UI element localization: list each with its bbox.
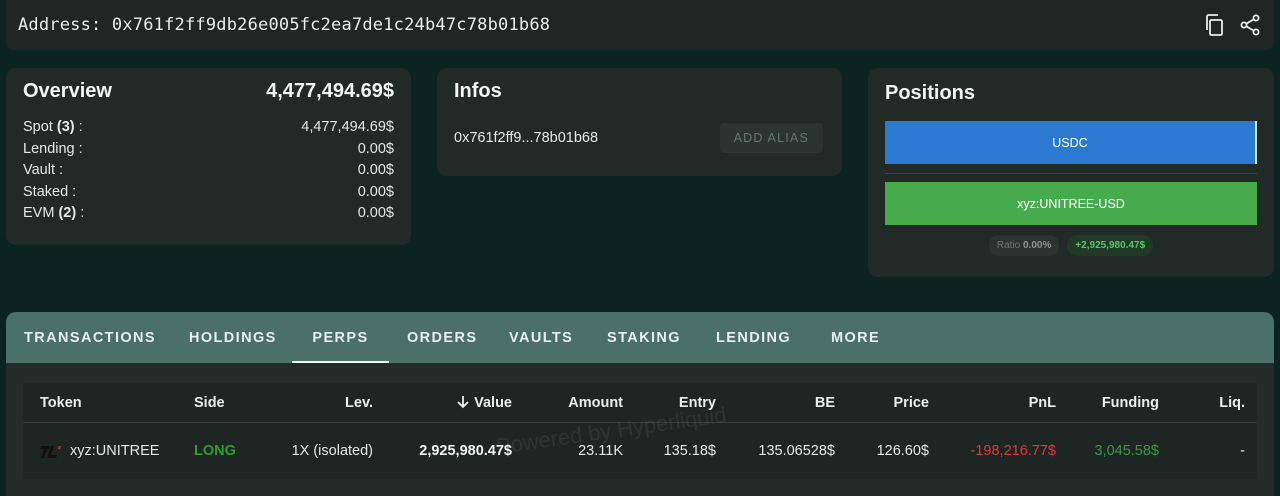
address-bar: Address: 0x761f2ff9db26e005fc2ea7de1c24b…: [6, 0, 1274, 50]
overview-value: 0.00$: [357, 183, 394, 200]
tab-bar: TRANSACTIONS HOLDINGS PERPS ORDERS VAULT…: [6, 312, 1274, 363]
cell-pnl: -198,216.77$: [970, 443, 1056, 459]
cell-lev: 1X (isolated): [291, 443, 373, 459]
overview-value: 0.00$: [357, 140, 394, 157]
details-panel: TRANSACTIONS HOLDINGS PERPS ORDERS VAULT…: [6, 312, 1274, 496]
positions-divider: [885, 173, 1257, 174]
infos-card: Infos 0x761f2ff9...78b01b68 ADD ALIAS: [437, 68, 842, 176]
cell-price: 126.60$: [876, 443, 929, 459]
header-pnl[interactable]: PnL: [1029, 395, 1056, 411]
positions-card: Positions USDC xyz:UNITREE-USD Ratio 0.0…: [868, 68, 1274, 277]
position-bar-unitree[interactable]: xyz:UNITREE-USD: [885, 182, 1257, 225]
header-amount[interactable]: Amount: [568, 395, 623, 411]
positions-title: Positions: [885, 82, 976, 104]
overview-row-lending: Lending : 0.00$: [23, 139, 394, 161]
perps-table: Token Side Lev. Value Amount Entry BE Pr…: [23, 383, 1257, 479]
cell-token: xyz:UNITREE: [40, 443, 159, 459]
sort-arrow-down-icon: [456, 395, 470, 411]
address-value[interactable]: 0x761f2ff9db26e005fc2ea7de1c24b47c78b01b…: [112, 15, 550, 35]
header-funding[interactable]: Funding: [1102, 395, 1159, 411]
position-bar-usdc[interactable]: USDC: [885, 121, 1257, 164]
tab-vaults[interactable]: VAULTS: [509, 312, 573, 363]
header-be[interactable]: BE: [815, 395, 835, 411]
tab-transactions[interactable]: TRANSACTIONS: [24, 312, 156, 363]
overview-value: 0.00$: [357, 205, 394, 221]
infos-title: Infos: [454, 80, 502, 102]
cell-value: 2,925,980.47$: [419, 443, 512, 459]
overview-row-staked: Staked : 0.00$: [23, 182, 394, 204]
tab-orders[interactable]: ORDERS: [407, 312, 477, 363]
tab-more[interactable]: MORE: [831, 312, 880, 363]
tab-lending[interactable]: LENDING: [716, 312, 791, 363]
tab-staking[interactable]: STAKING: [607, 312, 681, 363]
address-actions: [1202, 13, 1262, 37]
header-price[interactable]: Price: [894, 395, 929, 411]
overview-row-spot: Spot (3) : 4,477,494.69$: [23, 117, 394, 139]
cell-entry: 135.18$: [663, 443, 716, 459]
cell-funding: 3,045.58$: [1094, 443, 1159, 459]
cell-side: LONG: [194, 443, 236, 459]
header-token[interactable]: Token: [40, 395, 82, 411]
overview-card: Overview 4,477,494.69$ Spot (3) : 4,477,…: [6, 68, 411, 245]
header-lev[interactable]: Lev.: [345, 395, 373, 411]
tab-holdings[interactable]: HOLDINGS: [189, 312, 277, 363]
short-address: 0x761f2ff9...78b01b68: [454, 130, 599, 146]
overview-value: 4,477,494.69$: [301, 119, 394, 135]
ratio-badge: Ratio 0.00%: [988, 235, 1060, 256]
copy-icon[interactable]: [1202, 13, 1226, 37]
overview-title: Overview: [23, 80, 112, 102]
header-value[interactable]: Value: [456, 395, 512, 411]
table-row[interactable]: xyz:UNITREE LONG 1X (isolated) 2,925,980…: [23, 423, 1257, 479]
header-liq[interactable]: Liq.: [1219, 395, 1245, 411]
overview-value: 0.00$: [357, 162, 394, 178]
overview-total: 4,477,494.69$: [266, 80, 394, 102]
cell-be: 135.06528$: [758, 443, 835, 459]
pnl-badge: +2,925,980.47$: [1067, 235, 1154, 256]
address-label: Address:: [18, 15, 102, 35]
header-side[interactable]: Side: [194, 395, 225, 411]
address-text: Address: 0x761f2ff9db26e005fc2ea7de1c24b…: [18, 15, 550, 35]
header-entry[interactable]: Entry: [679, 395, 716, 411]
share-icon[interactable]: [1238, 13, 1262, 37]
cell-liq: -: [1240, 443, 1245, 459]
add-alias-button[interactable]: ADD ALIAS: [719, 123, 823, 153]
overview-row-vault: Vault : 0.00$: [23, 160, 394, 182]
unitree-logo-icon: [40, 443, 62, 459]
overview-row-evm: EVM (2) : 0.00$: [23, 203, 394, 225]
table-header: Token Side Lev. Value Amount Entry BE Pr…: [23, 383, 1257, 423]
cell-amount: 23.11K: [578, 443, 623, 459]
tab-perps[interactable]: PERPS: [292, 312, 389, 363]
